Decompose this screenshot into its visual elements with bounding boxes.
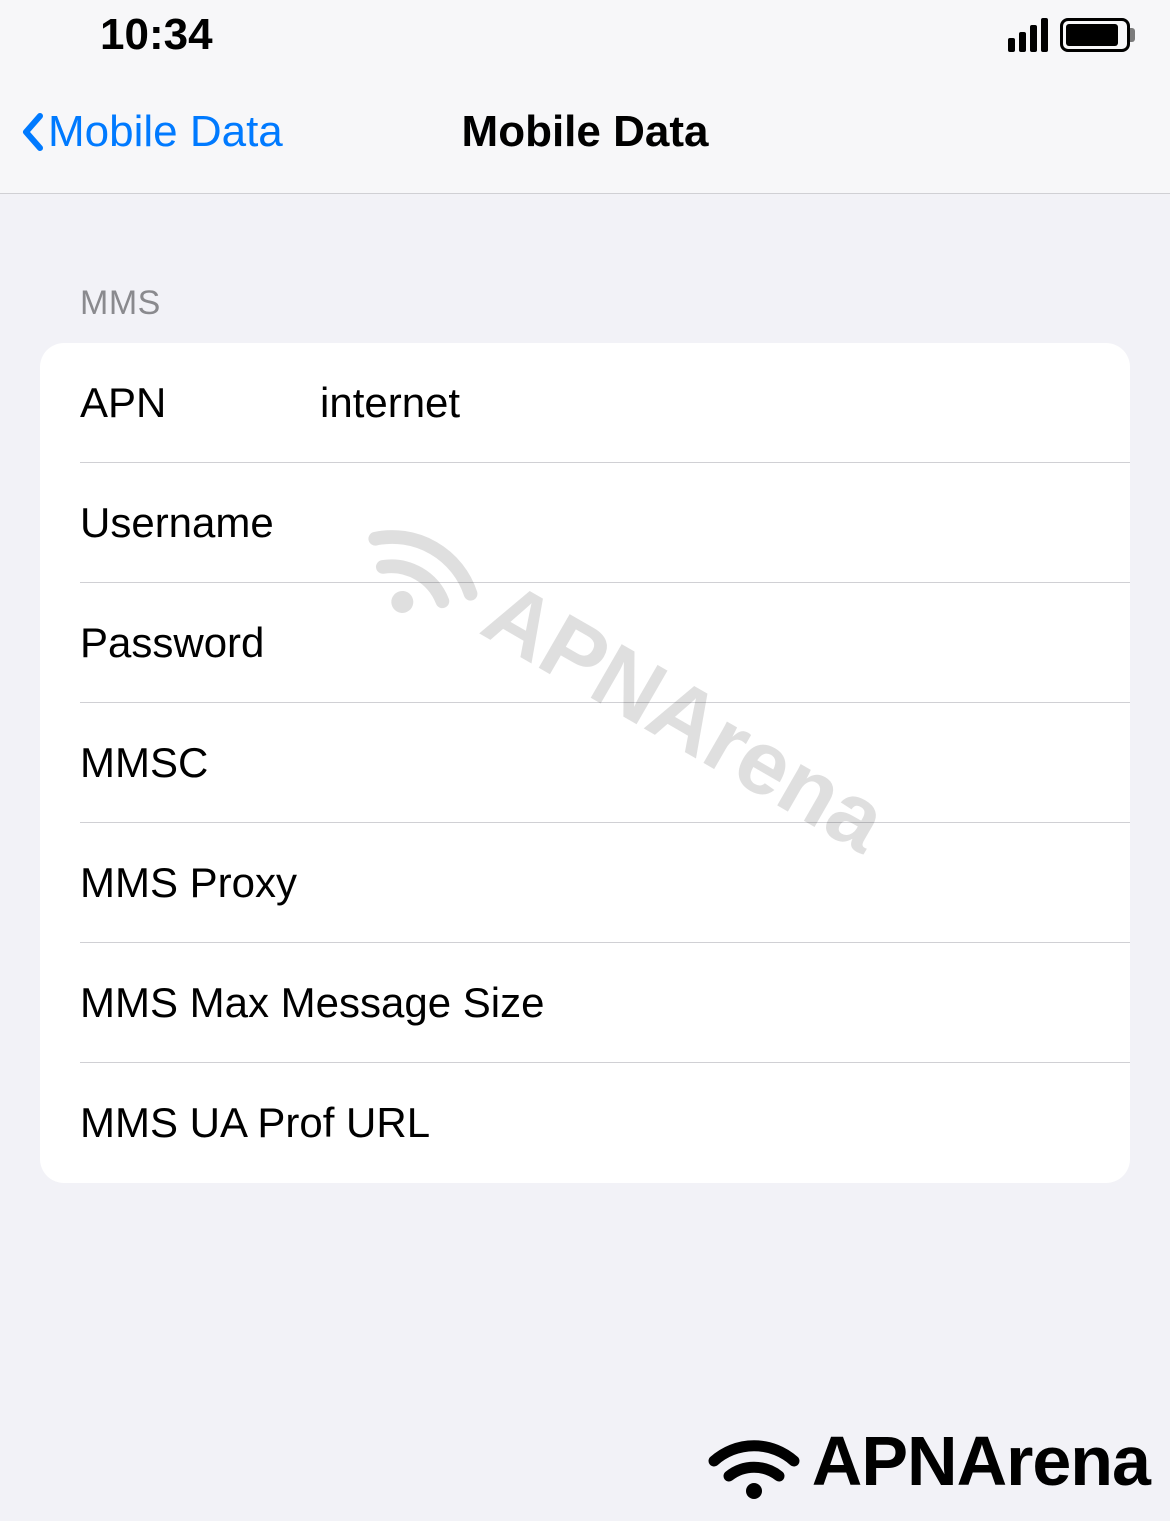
password-row[interactable]: Password <box>40 583 1130 703</box>
username-label: Username <box>80 499 320 547</box>
status-indicators <box>1008 18 1130 52</box>
apn-input[interactable] <box>320 379 1090 427</box>
wifi-icon <box>704 1421 804 1501</box>
watermark-bottom: APNArena <box>704 1421 1150 1501</box>
battery-icon <box>1060 18 1130 52</box>
section-header-mms: MMS <box>0 194 1170 343</box>
mms-ua-prof-url-label: MMS UA Prof URL <box>80 1099 430 1147</box>
mmsc-input[interactable] <box>320 739 1090 787</box>
watermark-bottom-text: APNArena <box>812 1421 1150 1501</box>
cellular-signal-icon <box>1008 18 1048 52</box>
mms-ua-prof-url-input[interactable] <box>430 1099 1090 1147</box>
back-label: Mobile Data <box>48 107 283 157</box>
page-title: Mobile Data <box>462 107 709 157</box>
mmsc-label: MMSC <box>80 739 320 787</box>
back-button[interactable]: Mobile Data <box>0 107 283 157</box>
status-bar: 10:34 <box>0 0 1170 70</box>
apn-row[interactable]: APN <box>40 343 1130 463</box>
mms-max-size-label: MMS Max Message Size <box>80 979 544 1027</box>
nav-header: Mobile Data Mobile Data <box>0 70 1170 194</box>
mms-proxy-row[interactable]: MMS Proxy <box>40 823 1130 943</box>
password-input[interactable] <box>320 619 1090 667</box>
status-time: 10:34 <box>100 10 213 60</box>
username-row[interactable]: Username <box>40 463 1130 583</box>
chevron-back-icon <box>20 112 44 152</box>
password-label: Password <box>80 619 320 667</box>
apn-label: APN <box>80 379 320 427</box>
mms-max-size-row[interactable]: MMS Max Message Size <box>40 943 1130 1063</box>
mms-max-size-input[interactable] <box>544 979 1090 1027</box>
mms-proxy-input[interactable] <box>320 859 1090 907</box>
username-input[interactable] <box>320 499 1090 547</box>
mms-settings-group: APN Username Password MMSC MMS Proxy MMS… <box>40 343 1130 1183</box>
mmsc-row[interactable]: MMSC <box>40 703 1130 823</box>
mms-ua-prof-url-row[interactable]: MMS UA Prof URL <box>40 1063 1130 1183</box>
mms-proxy-label: MMS Proxy <box>80 859 320 907</box>
